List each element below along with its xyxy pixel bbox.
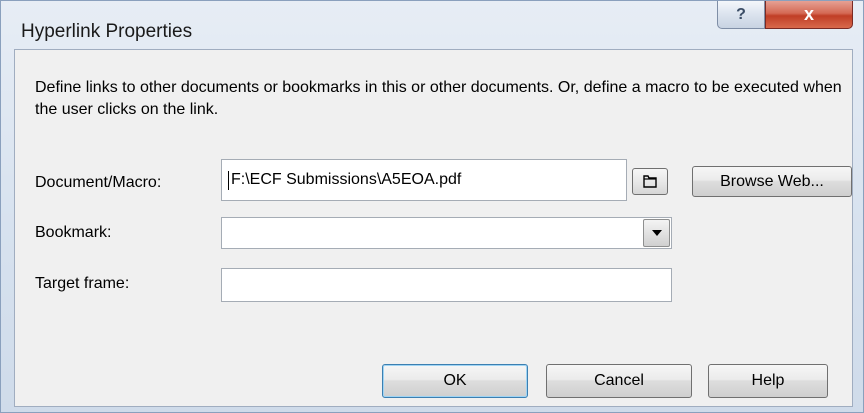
chevron-down-icon (651, 230, 662, 236)
title-bar[interactable]: Hyperlink Properties ? x (1, 1, 864, 49)
help-button[interactable]: Help (708, 364, 828, 398)
bookmark-dropdown-button[interactable] (643, 219, 670, 247)
target-frame-label: Target frame: (35, 275, 130, 292)
dialog-body: Define links to other documents or bookm… (14, 49, 853, 407)
ok-button[interactable]: OK (382, 364, 528, 398)
folder-icon (643, 175, 657, 188)
help-title-button[interactable]: ? (717, 1, 765, 29)
text-caret (228, 170, 229, 190)
document-macro-label: Document/Macro: (35, 174, 162, 191)
browse-web-button[interactable]: Browse Web... (692, 166, 852, 197)
target-frame-input[interactable] (221, 268, 672, 302)
bookmark-select[interactable] (221, 217, 672, 249)
close-title-button[interactable]: x (765, 1, 853, 29)
description-text: Define links to other documents or bookm… (35, 79, 842, 118)
dialog-title: Hyperlink Properties (21, 21, 193, 42)
hyperlink-properties-dialog: Hyperlink Properties ? x Define links to… (0, 0, 864, 413)
document-macro-value: F:\ECF Submissions\A5EOA.pdf (231, 171, 462, 188)
bookmark-label: Bookmark: (35, 224, 112, 241)
browse-file-button[interactable] (632, 168, 668, 195)
question-icon: ? (736, 5, 746, 23)
cancel-button[interactable]: Cancel (546, 364, 692, 398)
close-icon: x (803, 4, 814, 24)
document-macro-input[interactable]: F:\ECF Submissions\A5EOA.pdf (221, 159, 627, 201)
